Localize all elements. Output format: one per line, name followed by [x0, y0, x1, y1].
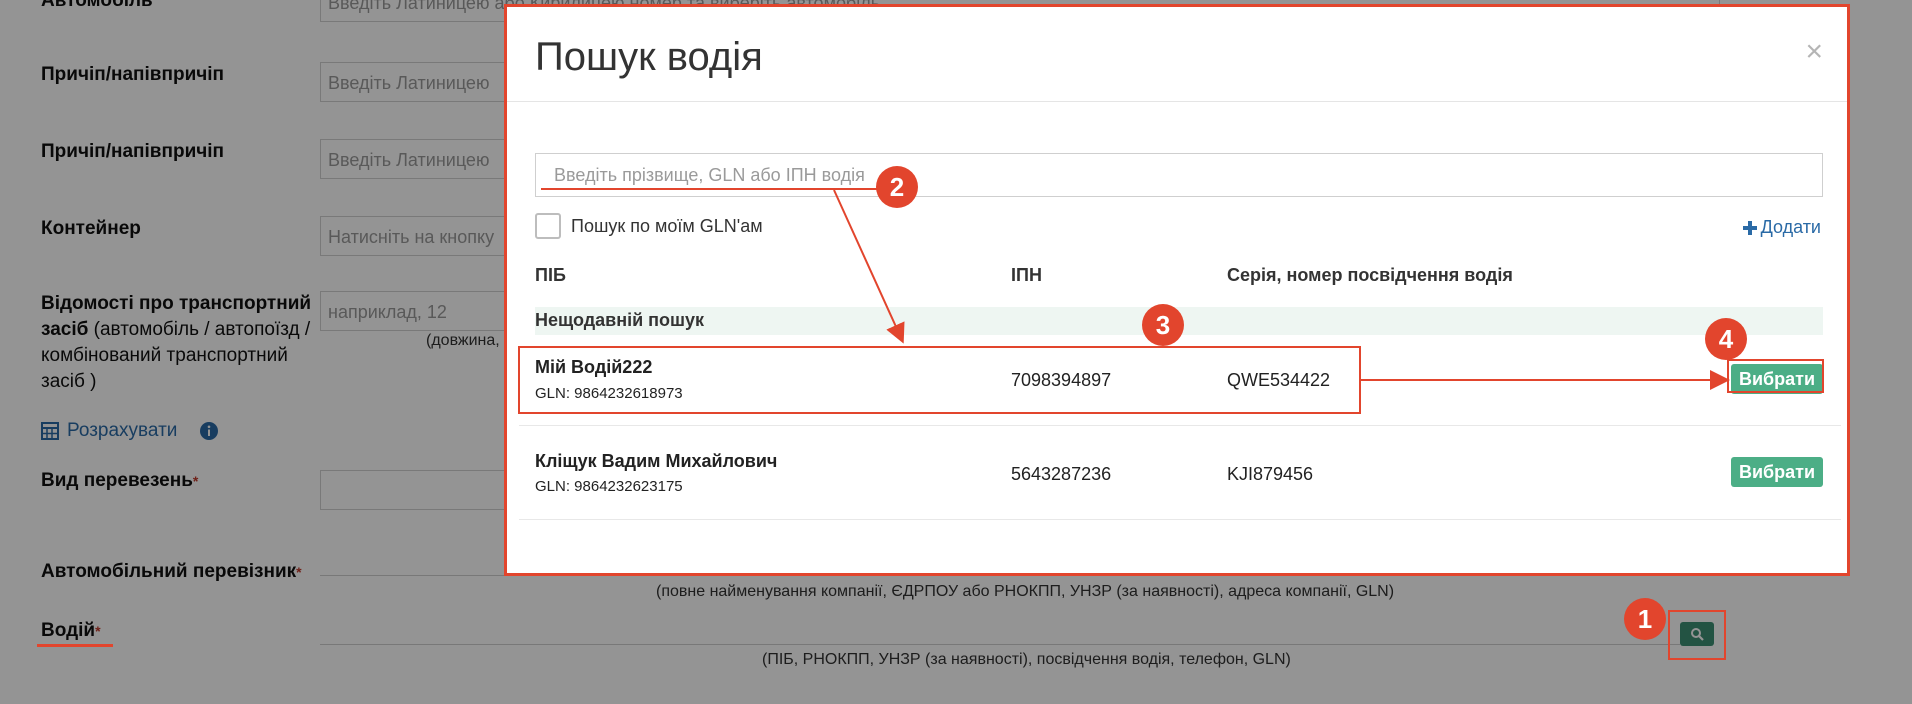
step-badge-2: 2: [876, 166, 918, 208]
step-badge-3: 3: [1142, 304, 1184, 346]
select-button-highlight: [1727, 359, 1824, 393]
row-highlight: [518, 346, 1361, 414]
step-badge-4: 4: [1705, 318, 1747, 360]
arrow-step-2-to-row: [833, 189, 905, 344]
